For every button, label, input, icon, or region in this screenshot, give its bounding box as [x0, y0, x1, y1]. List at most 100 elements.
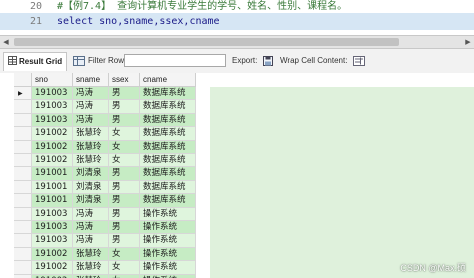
scroll-left-icon[interactable]: ◀ — [1, 36, 11, 48]
table-row[interactable]: 191002 张慧玲女数据库系统 — [14, 127, 196, 141]
cell-cname[interactable]: 操作系统 — [140, 234, 196, 248]
cell-cname[interactable]: 数据库系统 — [140, 140, 196, 154]
wrap-cell-icon[interactable] — [353, 55, 365, 67]
row-selector[interactable] — [14, 261, 32, 275]
cell-ssex[interactable]: 男 — [109, 221, 140, 235]
row-selector[interactable] — [14, 167, 32, 181]
cell-sname[interactable]: 冯涛 — [73, 87, 109, 101]
column-header-sno[interactable]: sno — [32, 73, 73, 87]
row-selector[interactable] — [14, 100, 32, 114]
row-selector[interactable] — [14, 127, 32, 141]
cell-sno[interactable]: 191003 — [32, 113, 73, 128]
cell-ssex[interactable]: 男 — [109, 194, 140, 208]
table-row[interactable]: 191001 刘清泉男数据库系统 — [14, 194, 196, 208]
cell-sname[interactable]: 张慧玲 — [73, 140, 109, 154]
cell-ssex[interactable]: 男 — [109, 167, 140, 181]
horizontal-scrollbar[interactable]: ◀ ▶ — [0, 35, 474, 49]
cell-sno[interactable]: 191002 — [32, 261, 73, 275]
cell-sno[interactable]: 191002 — [32, 274, 73, 278]
table-row[interactable]: 191003 冯涛男操作系统 — [14, 234, 196, 248]
cell-ssex[interactable]: 男 — [109, 100, 140, 114]
cell-sname[interactable]: 张慧玲 — [73, 127, 109, 141]
cell-sname[interactable]: 刘清泉 — [73, 194, 109, 208]
row-selector[interactable] — [14, 180, 32, 195]
table-row[interactable]: 191003 冯涛男操作系统 — [14, 221, 196, 235]
cell-sno[interactable]: 191003 — [32, 207, 73, 221]
cell-cname[interactable]: 操作系统 — [140, 247, 196, 262]
cell-sname[interactable]: 冯涛 — [73, 207, 109, 221]
cell-ssex[interactable]: 女 — [109, 154, 140, 168]
scroll-right-icon[interactable]: ▶ — [463, 36, 473, 48]
cell-sno[interactable]: 191003 — [32, 234, 73, 248]
column-header-cname[interactable]: cname — [140, 73, 196, 87]
table-row[interactable]: 191002张慧玲女操作系统 — [14, 261, 196, 275]
table-row[interactable]: ▶ 191003 冯涛男数据库系统 — [14, 87, 196, 101]
table-row[interactable]: 191003 冯涛男数据库系统 — [14, 100, 196, 114]
table-row[interactable]: 191002 张慧玲女数据库系统 — [14, 154, 196, 168]
table-row[interactable]: 191003 冯涛男操作系统 — [14, 207, 196, 221]
cell-sname[interactable]: 冯涛 — [73, 100, 109, 114]
cell-sno[interactable]: 191001 — [32, 194, 73, 208]
cell-cname[interactable]: 数据库系统 — [140, 180, 196, 195]
cell-sno[interactable]: 191001 — [32, 180, 73, 195]
cell-cname[interactable]: 操作系统 — [140, 207, 196, 221]
cell-ssex[interactable]: 男 — [109, 207, 140, 221]
cell-cname[interactable]: 数据库系统 — [140, 127, 196, 141]
cell-ssex[interactable]: 女 — [109, 274, 140, 278]
cell-sname[interactable]: 张慧玲 — [73, 274, 109, 278]
row-selector[interactable] — [14, 194, 32, 208]
result-grid-tab[interactable]: Result Grid — [3, 52, 68, 71]
cell-ssex[interactable]: 男 — [109, 113, 140, 128]
cell-sno[interactable]: 191002 — [32, 127, 73, 141]
table-row[interactable]: 191002张慧玲女操作系统 — [14, 247, 196, 262]
cell-cname[interactable]: 数据库系统 — [140, 113, 196, 128]
cell-sno[interactable]: 191003 — [32, 87, 73, 101]
cell-sno[interactable]: 191003 — [32, 221, 73, 235]
cell-sname[interactable]: 冯涛 — [73, 234, 109, 248]
cell-ssex[interactable]: 女 — [109, 247, 140, 262]
sql-editor[interactable]: 20 #【例7.4】 查询计算机专业学生的学号、姓名、性别、课程名。 21 se… — [0, 0, 474, 34]
row-selector[interactable] — [14, 234, 32, 248]
cell-cname[interactable]: 操作系统 — [140, 274, 196, 278]
table-row[interactable]: 191002张慧玲女操作系统 — [14, 274, 196, 278]
row-selector[interactable] — [14, 221, 32, 235]
cell-ssex[interactable]: 男 — [109, 234, 140, 248]
table-icon[interactable] — [73, 55, 85, 67]
table-row[interactable]: 191002 张慧玲女数据库系统 — [14, 140, 196, 154]
cell-ssex[interactable]: 女 — [109, 261, 140, 275]
row-selector[interactable] — [14, 274, 32, 278]
cell-sno[interactable]: 191001 — [32, 167, 73, 181]
cell-sno[interactable]: 191003 — [32, 100, 73, 114]
cell-sname[interactable]: 刘清泉 — [73, 180, 109, 195]
row-selector[interactable] — [14, 247, 32, 262]
row-selector-arrow-icon[interactable]: ▶ — [14, 87, 32, 101]
cell-sno[interactable]: 191002 — [32, 247, 73, 262]
filter-rows-input[interactable] — [124, 54, 226, 67]
table-row[interactable]: 191001 刘清泉男数据库系统 — [14, 180, 196, 195]
cell-ssex[interactable]: 男 — [109, 87, 140, 101]
cell-sname[interactable]: 张慧玲 — [73, 261, 109, 275]
cell-cname[interactable]: 数据库系统 — [140, 194, 196, 208]
cell-sno[interactable]: 191002 — [32, 140, 73, 154]
result-grid[interactable]: sno sname ssex cname ▶ 191003 冯涛男数据库系统 1910… — [14, 73, 474, 278]
cell-ssex[interactable]: 女 — [109, 127, 140, 141]
cell-sname[interactable]: 冯涛 — [73, 221, 109, 235]
cell-sname[interactable]: 冯涛 — [73, 113, 109, 128]
cell-cname[interactable]: 操作系统 — [140, 221, 196, 235]
row-selector[interactable] — [14, 207, 32, 221]
cell-cname[interactable]: 数据库系统 — [140, 154, 196, 168]
cell-ssex[interactable]: 男 — [109, 180, 140, 195]
table-row[interactable]: 191001 刘清泉男数据库系统 — [14, 167, 196, 181]
column-header-ssex[interactable]: ssex — [109, 73, 140, 87]
row-selector[interactable] — [14, 113, 32, 128]
cell-cname[interactable]: 数据库系统 — [140, 87, 196, 101]
export-icon[interactable] — [262, 55, 274, 67]
row-selector[interactable] — [14, 154, 32, 168]
cell-sname[interactable]: 张慧玲 — [73, 154, 109, 168]
row-selector[interactable] — [14, 140, 32, 154]
cell-ssex[interactable]: 女 — [109, 140, 140, 154]
cell-sname[interactable]: 张慧玲 — [73, 247, 109, 262]
cell-cname[interactable]: 数据库系统 — [140, 167, 196, 181]
cell-cname[interactable]: 操作系统 — [140, 261, 196, 275]
column-header-sname[interactable]: sname — [73, 73, 109, 87]
